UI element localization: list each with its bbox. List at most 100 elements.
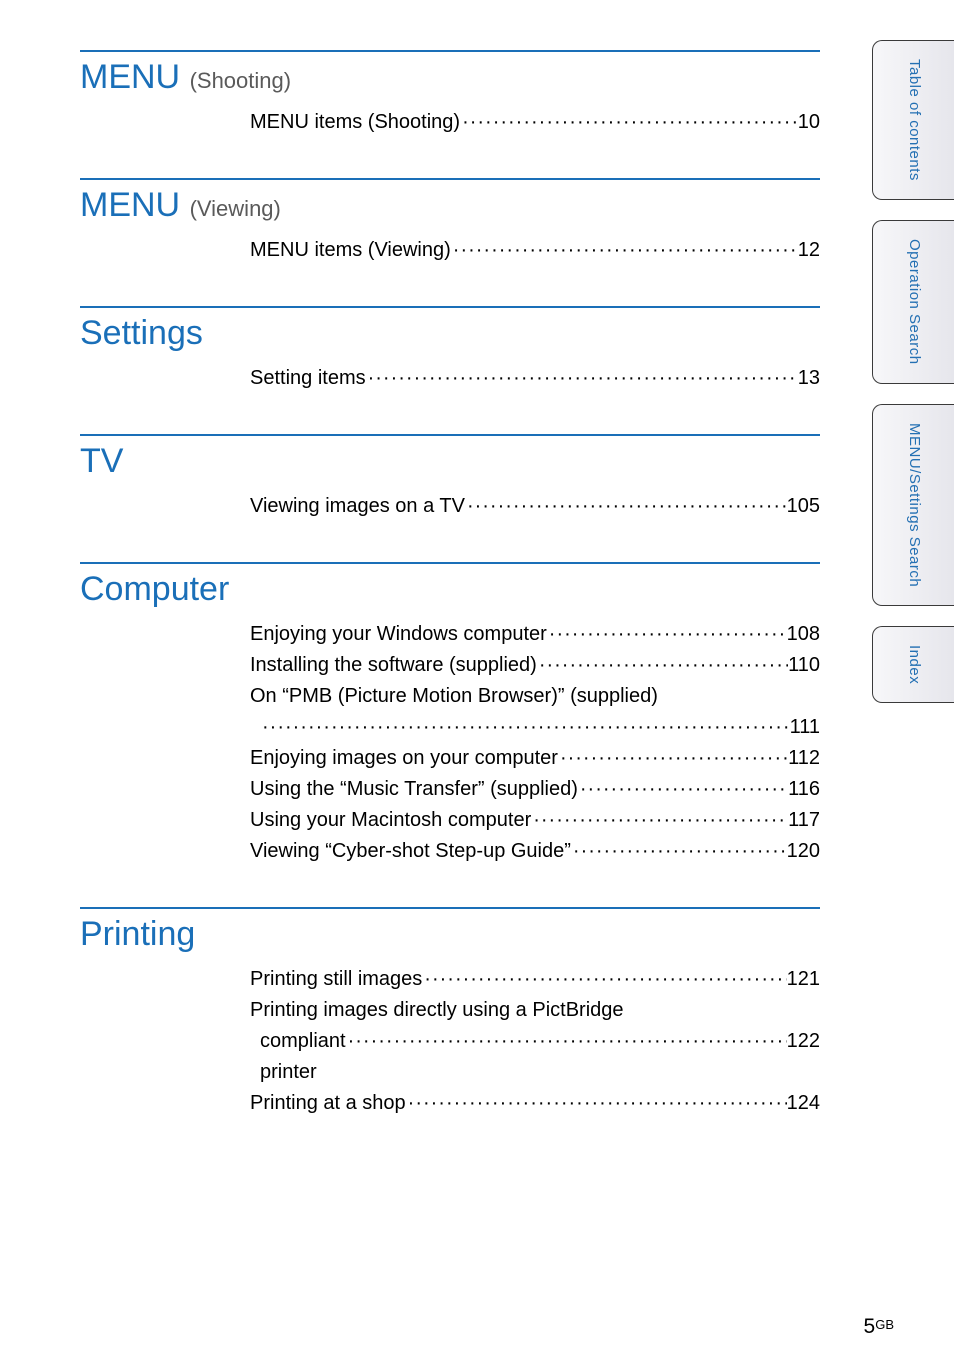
leader-dots <box>451 235 798 266</box>
heading-mode: (Shooting) <box>190 68 292 93</box>
side-tabs: Table of contents Operation Search MENU/… <box>872 40 954 703</box>
entry-page: 13 <box>798 363 820 394</box>
entry-label-line1: Printing images directly using a PictBri… <box>250 995 820 1026</box>
tab-label: Operation Search <box>904 239 923 365</box>
section-computer: Computer Enjoying your Windows computer … <box>80 562 830 867</box>
heading-title: Settings <box>80 314 203 352</box>
section-rule <box>80 306 820 308</box>
entries: Printing still images 121 Printing image… <box>80 964 820 1119</box>
leader-dots <box>260 712 790 743</box>
toc-entry[interactable]: MENU items (Viewing) 12 <box>250 235 820 266</box>
tab-menu-settings-search[interactable]: MENU/Settings Search <box>872 404 954 606</box>
entry-label: On “PMB (Picture Motion Browser)” (suppl… <box>250 681 820 712</box>
toc-entry[interactable]: Printing still images 121 <box>250 964 820 995</box>
entry-label: Installing the software (supplied) <box>250 650 537 681</box>
heading-title: MENU <box>80 58 180 96</box>
heading-mode: (Viewing) <box>190 196 281 221</box>
toc-entry[interactable]: On “PMB (Picture Motion Browser)” (suppl… <box>250 681 820 743</box>
leader-dots <box>366 363 798 394</box>
entry-label: MENU items (Shooting) <box>250 107 460 138</box>
entry-label-line2: compliant printer <box>260 1026 346 1088</box>
entry-page: 105 <box>787 491 820 522</box>
tab-operation-search[interactable]: Operation Search <box>872 220 954 384</box>
entry-label: Viewing “Cyber-shot Step-up Guide” <box>250 836 571 867</box>
entry-page: 10 <box>798 107 820 138</box>
leader-dots <box>465 491 787 522</box>
leader-dots <box>531 805 788 836</box>
entry-page: 117 <box>788 805 820 836</box>
tab-index[interactable]: Index <box>872 626 954 703</box>
entries: Setting items 13 <box>80 363 820 394</box>
section-settings: Settings Setting items 13 <box>80 306 830 394</box>
entry-label: Printing at a shop <box>250 1088 406 1119</box>
toc-entry[interactable]: Viewing images on a TV 105 <box>250 491 820 522</box>
entry-page: 112 <box>788 743 820 774</box>
section-rule <box>80 50 820 52</box>
heading-title: Computer <box>80 570 229 608</box>
section-rule <box>80 907 820 909</box>
tab-table-of-contents[interactable]: Table of contents <box>872 40 954 200</box>
heading-title: MENU <box>80 186 180 224</box>
leader-dots <box>578 774 788 805</box>
entry-label: Enjoying images on your computer <box>250 743 558 774</box>
entry-label: Enjoying your Windows computer <box>250 619 547 650</box>
toc-entry[interactable]: Enjoying your Windows computer 108 <box>250 619 820 650</box>
entry-label: Using the “Music Transfer” (supplied) <box>250 774 578 805</box>
section-heading: Printing <box>80 915 830 954</box>
toc-page: MENU (Shooting) MENU items (Shooting) 10… <box>0 0 830 1119</box>
leader-dots <box>422 964 786 995</box>
section-printing: Printing Printing still images 121 Print… <box>80 907 830 1119</box>
entry-page: 108 <box>787 619 820 650</box>
entry-label: Using your Macintosh computer <box>250 805 531 836</box>
toc-entry[interactable]: Viewing “Cyber-shot Step-up Guide” 120 <box>250 836 820 867</box>
toc-entry[interactable]: Installing the software (supplied) 110 <box>250 650 820 681</box>
section-heading: TV <box>80 442 830 481</box>
leader-dots <box>346 1026 787 1057</box>
section-menu-shooting: MENU (Shooting) MENU items (Shooting) 10 <box>80 50 830 138</box>
tab-label: MENU/Settings Search <box>904 423 923 587</box>
toc-entry[interactable]: Using your Macintosh computer 117 <box>250 805 820 836</box>
page-digit: 5 <box>864 1315 876 1338</box>
toc-entry[interactable]: Printing at a shop 124 <box>250 1088 820 1119</box>
section-heading: MENU (Viewing) <box>80 186 830 225</box>
entries: Enjoying your Windows computer 108 Insta… <box>80 619 820 867</box>
section-tv: TV Viewing images on a TV 105 <box>80 434 830 522</box>
entry-page: 122 <box>787 1026 820 1057</box>
entry-page: 110 <box>788 650 820 681</box>
toc-entry[interactable]: MENU items (Shooting) 10 <box>250 107 820 138</box>
section-heading: Settings <box>80 314 830 353</box>
toc-entry[interactable]: Printing images directly using a PictBri… <box>250 995 820 1088</box>
toc-entry[interactable]: Setting items 13 <box>250 363 820 394</box>
section-rule <box>80 178 820 180</box>
leader-dots <box>571 836 787 867</box>
section-rule <box>80 562 820 564</box>
entries: MENU items (Viewing) 12 <box>80 235 820 266</box>
tab-label: Index <box>904 645 923 684</box>
entry-page: 12 <box>798 235 820 266</box>
page-number: 5GB <box>864 1315 894 1339</box>
entry-label: MENU items (Viewing) <box>250 235 451 266</box>
entry-label: Printing still images <box>250 964 422 995</box>
entry-page: 121 <box>787 964 820 995</box>
entry-page: 120 <box>787 836 820 867</box>
entry-page: 111 <box>790 712 820 743</box>
entries: Viewing images on a TV 105 <box>80 491 820 522</box>
section-heading: MENU (Shooting) <box>80 58 830 97</box>
section-menu-viewing: MENU (Viewing) MENU items (Viewing) 12 <box>80 178 830 266</box>
entry-label: Setting items <box>250 363 366 394</box>
heading-title: Printing <box>80 915 195 953</box>
leader-dots <box>558 743 788 774</box>
toc-entry[interactable]: Using the “Music Transfer” (supplied) 11… <box>250 774 820 805</box>
page-gb: GB <box>875 1317 894 1332</box>
section-heading: Computer <box>80 570 830 609</box>
leader-dots <box>537 650 788 681</box>
leader-dots <box>406 1088 787 1119</box>
leader-dots <box>547 619 787 650</box>
entries: MENU items (Shooting) 10 <box>80 107 820 138</box>
entry-page: 116 <box>788 774 820 805</box>
entry-label: Viewing images on a TV <box>250 491 465 522</box>
tab-label: Table of contents <box>904 59 923 181</box>
section-rule <box>80 434 820 436</box>
toc-entry[interactable]: Enjoying images on your computer 112 <box>250 743 820 774</box>
heading-title: TV <box>80 442 123 480</box>
